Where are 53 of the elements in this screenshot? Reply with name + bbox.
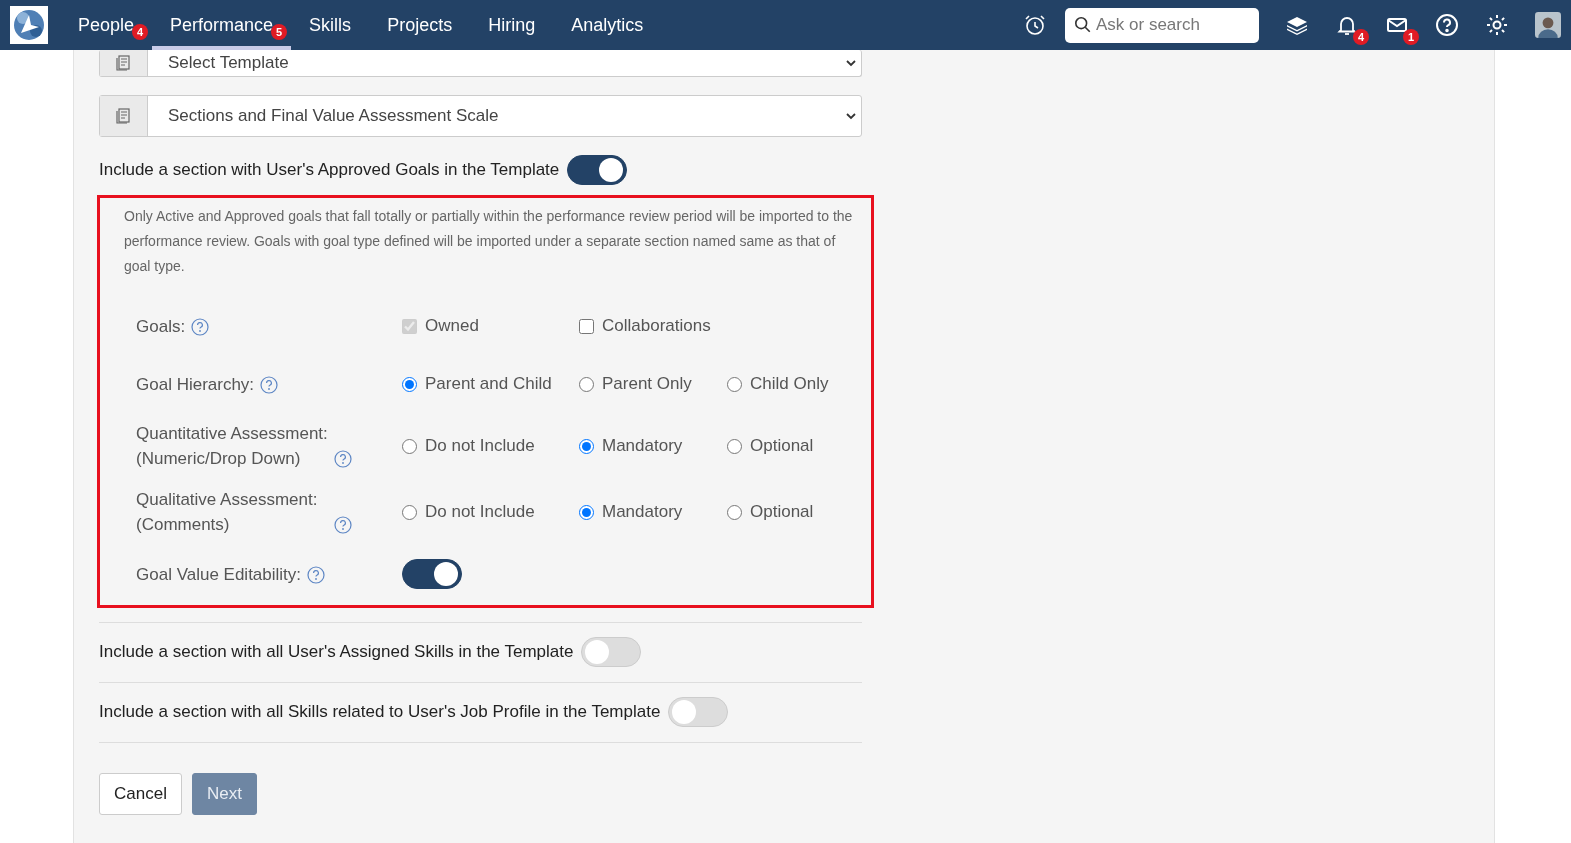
alarm-clock-icon[interactable]: [1023, 13, 1047, 37]
toggle-switch[interactable]: [402, 559, 462, 589]
field-label: Goals:: [136, 315, 186, 338]
field-label: Quantitative Assessment: (Numeric/Drop Down): [136, 423, 328, 470]
checkbox[interactable]: [579, 318, 594, 334]
search-icon: [1074, 15, 1092, 34]
nav-tab[interactable]: Projects: [369, 0, 471, 50]
option-label: Parent Only: [602, 374, 692, 394]
section-label: Include a section with User's Approved Goals in the Template: [99, 160, 560, 180]
option-label: Collaborations: [602, 316, 711, 336]
option-label: Mandatory: [602, 436, 683, 456]
section-label: Include a section with all User's Assigned Skills in the Template: [99, 642, 574, 662]
toggle-switch[interactable]: [567, 155, 628, 185]
count-badge: 4: [1353, 29, 1369, 45]
chevron-down-icon: [845, 57, 857, 69]
template-select[interactable]: Sections and Final Value Assessment Scale: [99, 95, 862, 137]
count-badge: 5: [271, 24, 288, 40]
count-badge: 4: [132, 24, 149, 40]
section-label: Include a section with all Skills related to User's Job Profile in the Template: [99, 702, 661, 722]
cancel-button[interactable]: Cancel: [99, 773, 182, 815]
nav-tab[interactable]: Analytics: [553, 0, 662, 50]
option-label: Child Only: [750, 374, 829, 394]
radio-button[interactable]: [402, 438, 417, 454]
search-field[interactable]: Ask or search: [1065, 7, 1259, 43]
document-icon: [114, 54, 133, 72]
radio-button[interactable]: [579, 504, 594, 520]
field-label: Goal Value Editability:: [136, 563, 302, 586]
option-label: Optional: [750, 436, 814, 456]
chevron-down-icon: [845, 110, 857, 122]
radio-button[interactable]: [402, 376, 417, 392]
option-label: Do not Include: [425, 436, 535, 456]
field-label: Goal Hierarchy:: [136, 373, 255, 396]
nav-tab[interactable]: Skills: [291, 0, 370, 50]
settings-icon[interactable]: [1485, 13, 1509, 37]
field-label: Qualitative Assessment: (Comments): [136, 489, 319, 536]
radio-button[interactable]: [579, 376, 594, 392]
option-label: Do not Include: [425, 502, 535, 522]
radio-button[interactable]: [727, 376, 742, 392]
option-label: Parent and Child: [425, 374, 552, 394]
count-badge: 1: [1403, 29, 1419, 45]
template-select[interactable]: Select Template: [99, 50, 862, 77]
option-label: Owned: [425, 316, 479, 336]
avatar[interactable]: [1535, 10, 1561, 40]
radio-button[interactable]: [579, 438, 594, 454]
logo-icon[interactable]: [10, 6, 48, 44]
document-icon: [114, 107, 133, 125]
nav-tab[interactable]: Hiring: [470, 0, 554, 50]
radio-button[interactable]: [402, 504, 417, 520]
option-label: Optional: [750, 502, 814, 522]
radio-button[interactable]: [727, 438, 742, 454]
description-text: Only Active and Approved goals that fall totally or partially within the performance review period will be imported to the performance review. Goals with goal type defined will be imported under a separate section named same as that of goal type.: [124, 207, 854, 276]
option-label: Mandatory: [602, 502, 683, 522]
radio-button[interactable]: [727, 504, 742, 520]
